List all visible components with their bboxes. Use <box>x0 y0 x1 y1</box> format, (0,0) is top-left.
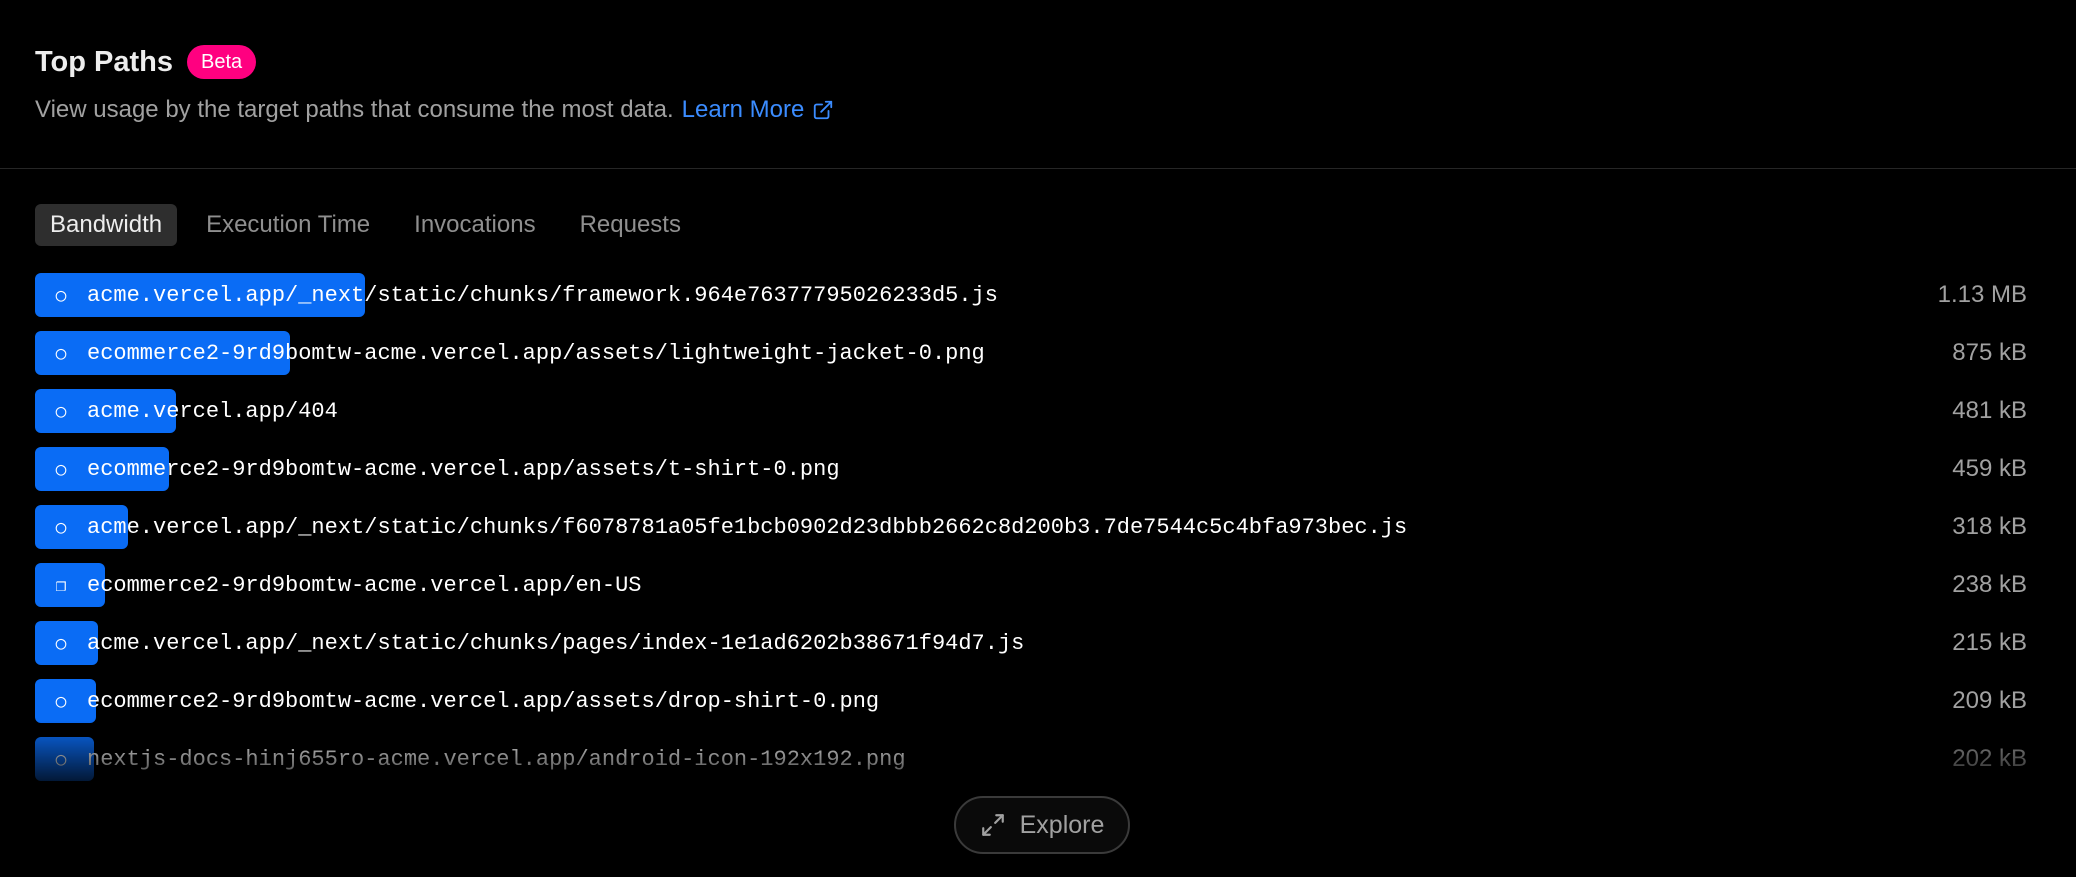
circle-icon: ○ <box>55 400 67 422</box>
tab-bandwidth[interactable]: Bandwidth <box>35 204 178 246</box>
usage-value: 215 kB <box>1952 629 2027 656</box>
tab-invocations[interactable]: Invocations <box>399 204 550 246</box>
circle-icon: ○ <box>55 516 67 538</box>
path-label: ecommerce2-9rd9bomtw-acme.vercel.app/ass… <box>87 340 985 366</box>
list-item[interactable]: ○ acme.vercel.app/_next/static/chunks/f60… <box>35 505 2027 549</box>
usage-value: 238 kB <box>1952 571 2027 598</box>
list-item[interactable]: ○ acme.vercel.app/_next/static/chunks/fra… <box>35 273 2027 317</box>
list-item[interactable]: ○ acme.vercel.app/404 481 kB <box>35 389 2027 433</box>
description-row: View usage by the target paths that cons… <box>35 96 2041 124</box>
usage-value: 209 kB <box>1952 687 2027 714</box>
top-paths-list: ○ acme.vercel.app/_next/static/chunks/fra… <box>35 273 2027 795</box>
circle-icon: ○ <box>55 284 67 306</box>
top-paths-header: Top Paths Beta View usage by the target … <box>35 40 2041 124</box>
explore-button[interactable]: Explore <box>954 796 1130 854</box>
learn-more-link[interactable]: Learn More <box>682 96 835 124</box>
usage-value: 318 kB <box>1952 513 2027 540</box>
tab-requests[interactable]: Requests <box>565 204 696 246</box>
description-text: View usage by the target paths that cons… <box>35 96 674 123</box>
path-label: acme.vercel.app/_next/static/chunks/page… <box>87 630 1025 656</box>
path-label: ecommerce2-9rd9bomtw-acme.vercel.app/ass… <box>87 456 840 482</box>
list-item[interactable]: ○ ecommerce2-9rd9bomtw-acme.vercel.app/as… <box>35 331 2027 375</box>
tab-execution-time[interactable]: Execution Time <box>191 204 385 246</box>
title-row: Top Paths Beta <box>35 40 2041 84</box>
list-item[interactable]: ❐ ecommerce2-9rd9bomtw-acme.vercel.app/en… <box>35 563 2027 607</box>
path-label: ecommerce2-9rd9bomtw-acme.vercel.app/ass… <box>87 688 880 714</box>
circle-icon: ○ <box>55 632 67 654</box>
circle-icon: ○ <box>55 342 67 364</box>
path-label: ecommerce2-9rd9bomtw-acme.vercel.app/en-… <box>87 572 642 598</box>
path-label: acme.vercel.app/404 <box>87 398 338 424</box>
external-link-icon <box>814 100 833 120</box>
metric-tabs: Bandwidth Execution Time Invocations Reques… <box>35 204 696 246</box>
list-item[interactable]: ○ ecommerce2-9rd9bomtw-acme.vercel.app/as… <box>35 447 2027 491</box>
list-item[interactable]: ○ acme.vercel.app/_next/static/chunks/pag… <box>35 621 2027 665</box>
explore-label: Explore <box>1019 810 1105 839</box>
expand-icon <box>981 814 1004 836</box>
circle-icon: ○ <box>55 690 67 712</box>
path-label: acme.vercel.app/_next/static/chunks/f607… <box>87 514 1408 540</box>
beta-badge: Beta <box>187 45 257 79</box>
usage-value: 459 kB <box>1952 455 2027 482</box>
usage-value: 1.13 MB <box>1937 281 2027 308</box>
page-title: Top Paths <box>35 45 174 78</box>
learn-more-label: Learn More <box>681 96 805 123</box>
section-divider <box>0 168 2076 169</box>
usage-value: 481 kB <box>1952 397 2027 424</box>
page-icon: ❐ <box>55 574 67 596</box>
circle-icon: ○ <box>55 458 67 480</box>
path-label: acme.vercel.app/_next/static/chunks/fram… <box>87 282 998 308</box>
usage-value: 875 kB <box>1952 339 2027 366</box>
list-item[interactable]: ○ ecommerce2-9rd9bomtw-acme.vercel.app/as… <box>35 679 2027 723</box>
